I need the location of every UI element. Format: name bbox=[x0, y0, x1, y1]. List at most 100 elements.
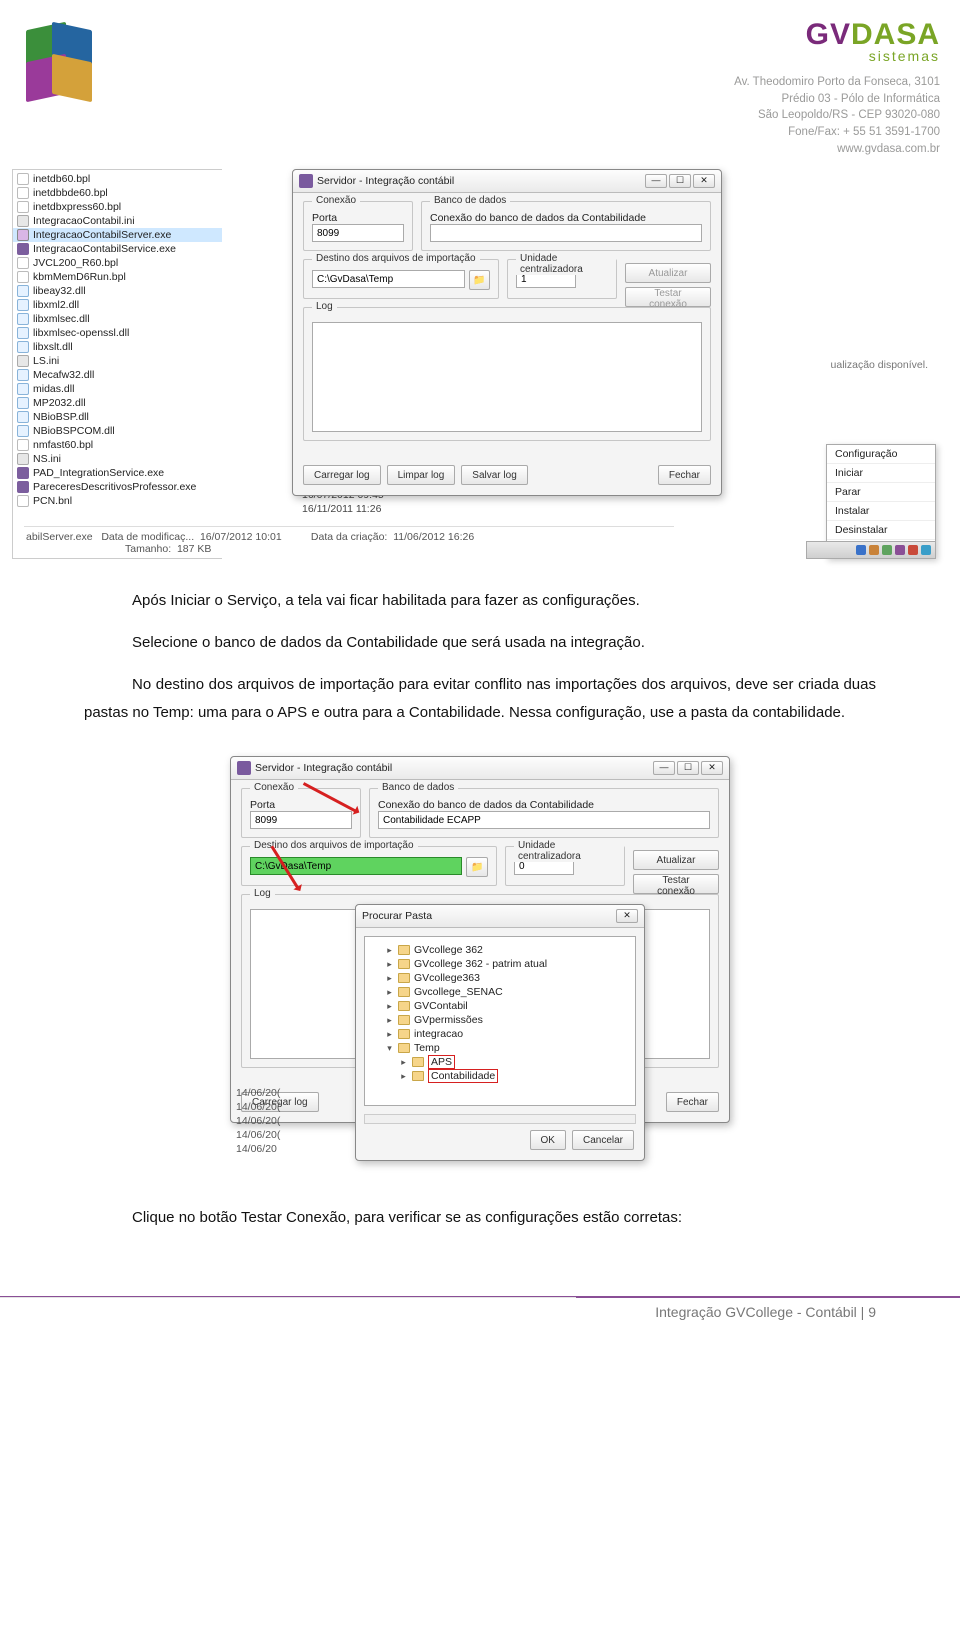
tree-item[interactable]: ▸GVcollege363 bbox=[385, 971, 629, 985]
cancel-button[interactable]: Cancelar bbox=[572, 1130, 634, 1150]
folder-icon bbox=[398, 1015, 410, 1025]
context-menu-item[interactable]: Configuração bbox=[827, 445, 935, 464]
paragraph-4: Clique no botão Testar Conexão, para ver… bbox=[84, 1204, 876, 1232]
tree-item[interactable]: ▸GVcollege 362 - patrim atual bbox=[385, 957, 629, 971]
file-row[interactable]: NBioBSPCOM.dll bbox=[13, 424, 222, 438]
brand-dasa: DASA bbox=[851, 18, 940, 51]
dialog-titlebar[interactable]: Procurar Pasta ✕ bbox=[356, 905, 644, 928]
testar-conexao-button[interactable]: Testar conexão bbox=[633, 874, 719, 894]
ok-button[interactable]: OK bbox=[530, 1130, 566, 1150]
file-row[interactable]: NS.ini bbox=[13, 452, 222, 466]
brand-logo: GVDASA sistemas bbox=[734, 18, 940, 64]
group-log: Log bbox=[312, 301, 337, 312]
folder-icon bbox=[412, 1057, 424, 1067]
maximize-button[interactable]: ☐ bbox=[677, 761, 699, 775]
dialog-titlebar[interactable]: Servidor - Integração contábil — ☐ ✕ bbox=[293, 170, 721, 193]
limpar-log-button[interactable]: Limpar log bbox=[387, 465, 456, 485]
file-row[interactable]: PCN.bnl bbox=[13, 494, 222, 508]
file-row[interactable]: NBioBSP.dll bbox=[13, 410, 222, 424]
folder-tree[interactable]: ▸GVcollege 362▸GVcollege 362 - patrim at… bbox=[364, 936, 636, 1106]
tree-scrollbar[interactable] bbox=[364, 1114, 636, 1124]
file-icon bbox=[17, 229, 29, 241]
testar-conexao-button[interactable]: Testar conexão bbox=[625, 287, 711, 307]
tree-item[interactable]: ▸GVpermissões bbox=[385, 1013, 629, 1027]
file-row[interactable]: midas.dll bbox=[13, 382, 222, 396]
file-icon bbox=[17, 173, 29, 185]
file-row[interactable]: inetdb60.bpl bbox=[13, 172, 222, 186]
browse-folder-button[interactable]: 📁 bbox=[469, 270, 490, 290]
file-row[interactable]: JVCL200_R60.bpl bbox=[13, 256, 222, 270]
atualizar-button[interactable]: Atualizar bbox=[633, 850, 719, 870]
tree-item[interactable]: ▾Temp bbox=[385, 1041, 629, 1055]
file-icon bbox=[17, 439, 29, 451]
salvar-log-button[interactable]: Salvar log bbox=[461, 465, 527, 485]
folder-icon bbox=[412, 1071, 424, 1081]
footer-text: Integração GVCollege - Contábil | 9 bbox=[0, 1298, 876, 1320]
file-icon bbox=[17, 187, 29, 199]
file-row[interactable]: Mecafw32.dll bbox=[13, 368, 222, 382]
context-menu-item[interactable]: Desinstalar bbox=[827, 521, 935, 540]
carregar-log-button[interactable]: Carregar log bbox=[303, 465, 381, 485]
file-row[interactable]: IntegracaoContabil.ini bbox=[13, 214, 222, 228]
log-textarea[interactable] bbox=[312, 322, 702, 432]
file-explorer-list[interactable]: inetdb60.bplinetdbbde60.bplinetdbxpress6… bbox=[12, 169, 222, 559]
file-row[interactable]: LS.ini bbox=[13, 354, 222, 368]
page-header: GVDASA sistemas Av. Theodomiro Porto da … bbox=[0, 0, 960, 165]
atualizar-button[interactable]: Atualizar bbox=[625, 263, 711, 283]
file-row[interactable]: libxmlsec.dll bbox=[13, 312, 222, 326]
destino-input[interactable] bbox=[312, 270, 465, 288]
file-row[interactable]: PAD_IntegrationService.exe bbox=[13, 466, 222, 480]
context-menu-item[interactable]: Parar bbox=[827, 483, 935, 502]
file-row[interactable]: libxslt.dll bbox=[13, 340, 222, 354]
file-row[interactable]: MP2032.dll bbox=[13, 396, 222, 410]
maximize-button[interactable]: ☐ bbox=[669, 174, 691, 188]
paragraph-1: Após Iniciar o Serviço, a tela vai ficar… bbox=[84, 587, 876, 615]
file-icon bbox=[17, 453, 29, 465]
file-row[interactable]: inetdbxpress60.bpl bbox=[13, 200, 222, 214]
file-row[interactable]: IntegracaoContabilServer.exe bbox=[13, 228, 222, 242]
fechar-button[interactable]: Fechar bbox=[658, 465, 711, 485]
file-row[interactable]: libxmlsec-openssl.dll bbox=[13, 326, 222, 340]
tree-item[interactable]: ▸APS bbox=[399, 1055, 629, 1069]
file-row[interactable]: inetdbbde60.bpl bbox=[13, 186, 222, 200]
file-row[interactable]: libeay32.dll bbox=[13, 284, 222, 298]
close-button[interactable]: ✕ bbox=[693, 174, 715, 188]
update-notification: ualização disponível. bbox=[831, 359, 928, 371]
fechar-button[interactable]: Fechar bbox=[666, 1092, 719, 1112]
file-icon bbox=[17, 355, 29, 367]
folder-icon bbox=[398, 959, 410, 969]
porta-input[interactable] bbox=[312, 224, 404, 242]
file-icon bbox=[17, 201, 29, 213]
close-button[interactable]: ✕ bbox=[616, 909, 638, 923]
tree-item[interactable]: ▸integracao bbox=[385, 1027, 629, 1041]
dialog-titlebar[interactable]: Servidor - Integração contábil — ☐ ✕ bbox=[231, 757, 729, 780]
close-button[interactable]: ✕ bbox=[701, 761, 723, 775]
minimize-button[interactable]: — bbox=[645, 174, 667, 188]
db-connection-select[interactable] bbox=[430, 224, 702, 242]
file-icon bbox=[17, 369, 29, 381]
porta-input[interactable] bbox=[250, 811, 352, 829]
minimize-button[interactable]: — bbox=[653, 761, 675, 775]
browse-folder-dialog: Procurar Pasta ✕ ▸GVcollege 362▸GVcolleg… bbox=[355, 904, 645, 1161]
tree-item[interactable]: ▸Gvcollege_SENAC bbox=[385, 985, 629, 999]
browse-folder-button[interactable]: 📁 bbox=[466, 857, 488, 877]
db-connection-select[interactable] bbox=[378, 811, 710, 829]
context-menu-item[interactable]: Instalar bbox=[827, 502, 935, 521]
label-porta: Porta bbox=[312, 212, 404, 224]
file-row[interactable]: IntegracaoContabilService.exe bbox=[13, 242, 222, 256]
tree-item[interactable]: ▸Contabilidade bbox=[399, 1069, 629, 1083]
file-icon bbox=[17, 243, 29, 255]
file-row[interactable]: PareceresDescritivosProfessor.exe bbox=[13, 480, 222, 494]
file-row[interactable]: nmfast60.bpl bbox=[13, 438, 222, 452]
tree-item[interactable]: ▸GVcollege 362 bbox=[385, 943, 629, 957]
context-menu-item[interactable]: Iniciar bbox=[827, 464, 935, 483]
tree-item[interactable]: ▸GVContabil bbox=[385, 999, 629, 1013]
group-unidade: Unidade centralizadora bbox=[516, 253, 616, 275]
file-row[interactable]: libxml2.dll bbox=[13, 298, 222, 312]
dialog-title: Servidor - Integração contábil bbox=[317, 175, 454, 187]
document-body: Após Iniciar o Serviço, a tela vai ficar… bbox=[0, 559, 960, 750]
file-icon bbox=[17, 425, 29, 437]
file-row[interactable]: kbmMemD6Run.bpl bbox=[13, 270, 222, 284]
file-icon bbox=[17, 327, 29, 339]
taskbar-tray[interactable] bbox=[806, 541, 936, 559]
